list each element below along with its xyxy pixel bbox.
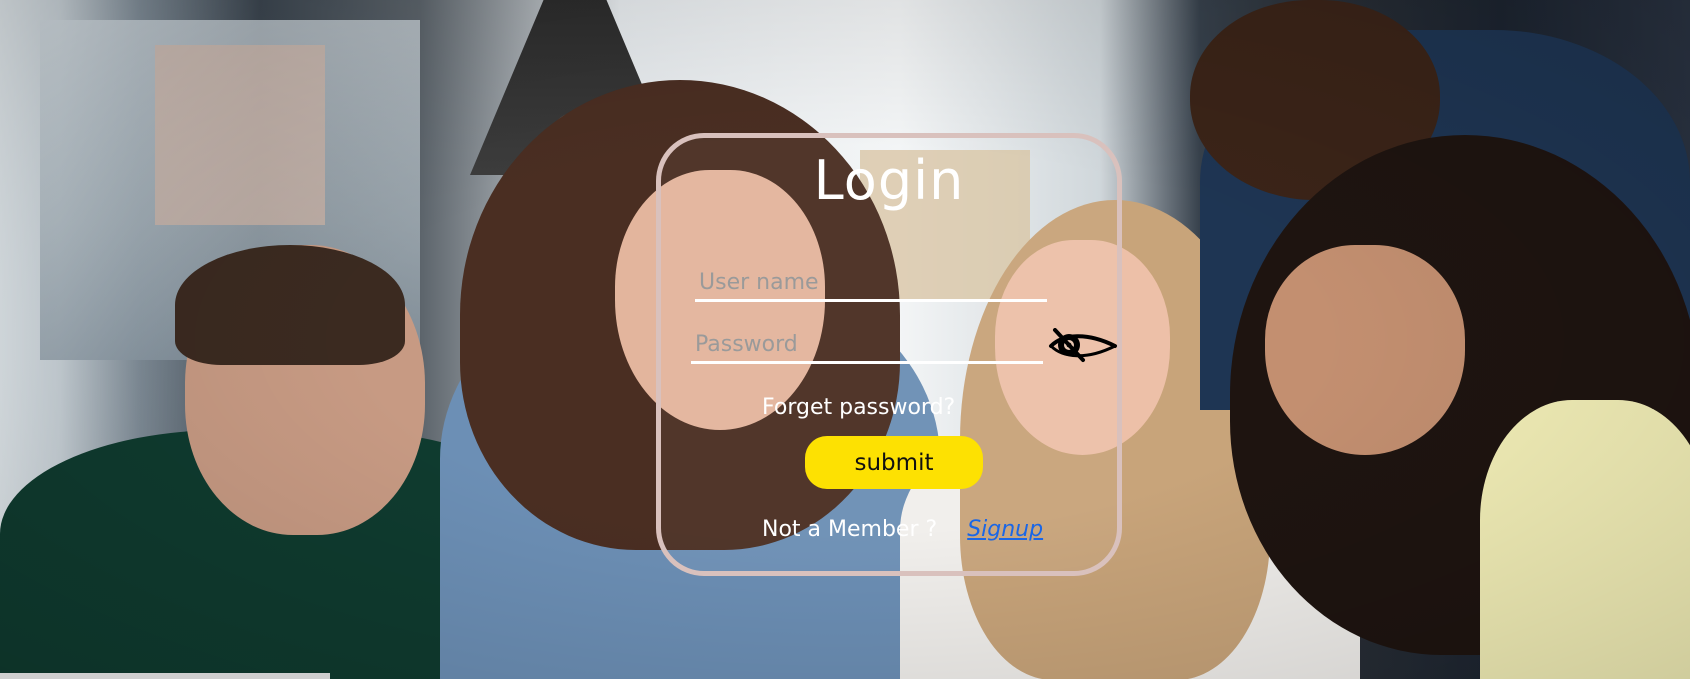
username-input[interactable] bbox=[695, 266, 1047, 302]
eye-slash-icon bbox=[1049, 328, 1117, 362]
submit-button[interactable]: submit bbox=[805, 436, 983, 489]
not-member-label: Not a Member ? bbox=[762, 516, 938, 542]
login-title: Login bbox=[813, 149, 965, 212]
bottom-strip bbox=[0, 673, 330, 679]
forgot-password-link[interactable]: Forget password? bbox=[762, 393, 955, 423]
login-form: Login Forget password? submit Not a Memb… bbox=[656, 133, 1122, 576]
login-page: Login Forget password? submit Not a Memb… bbox=[0, 0, 1690, 679]
signup-row: Not a Member ? Signup bbox=[762, 513, 1043, 545]
password-input[interactable] bbox=[691, 328, 1043, 364]
password-visibility-toggle[interactable] bbox=[1047, 328, 1119, 364]
signup-link[interactable]: Signup bbox=[967, 517, 1043, 542]
